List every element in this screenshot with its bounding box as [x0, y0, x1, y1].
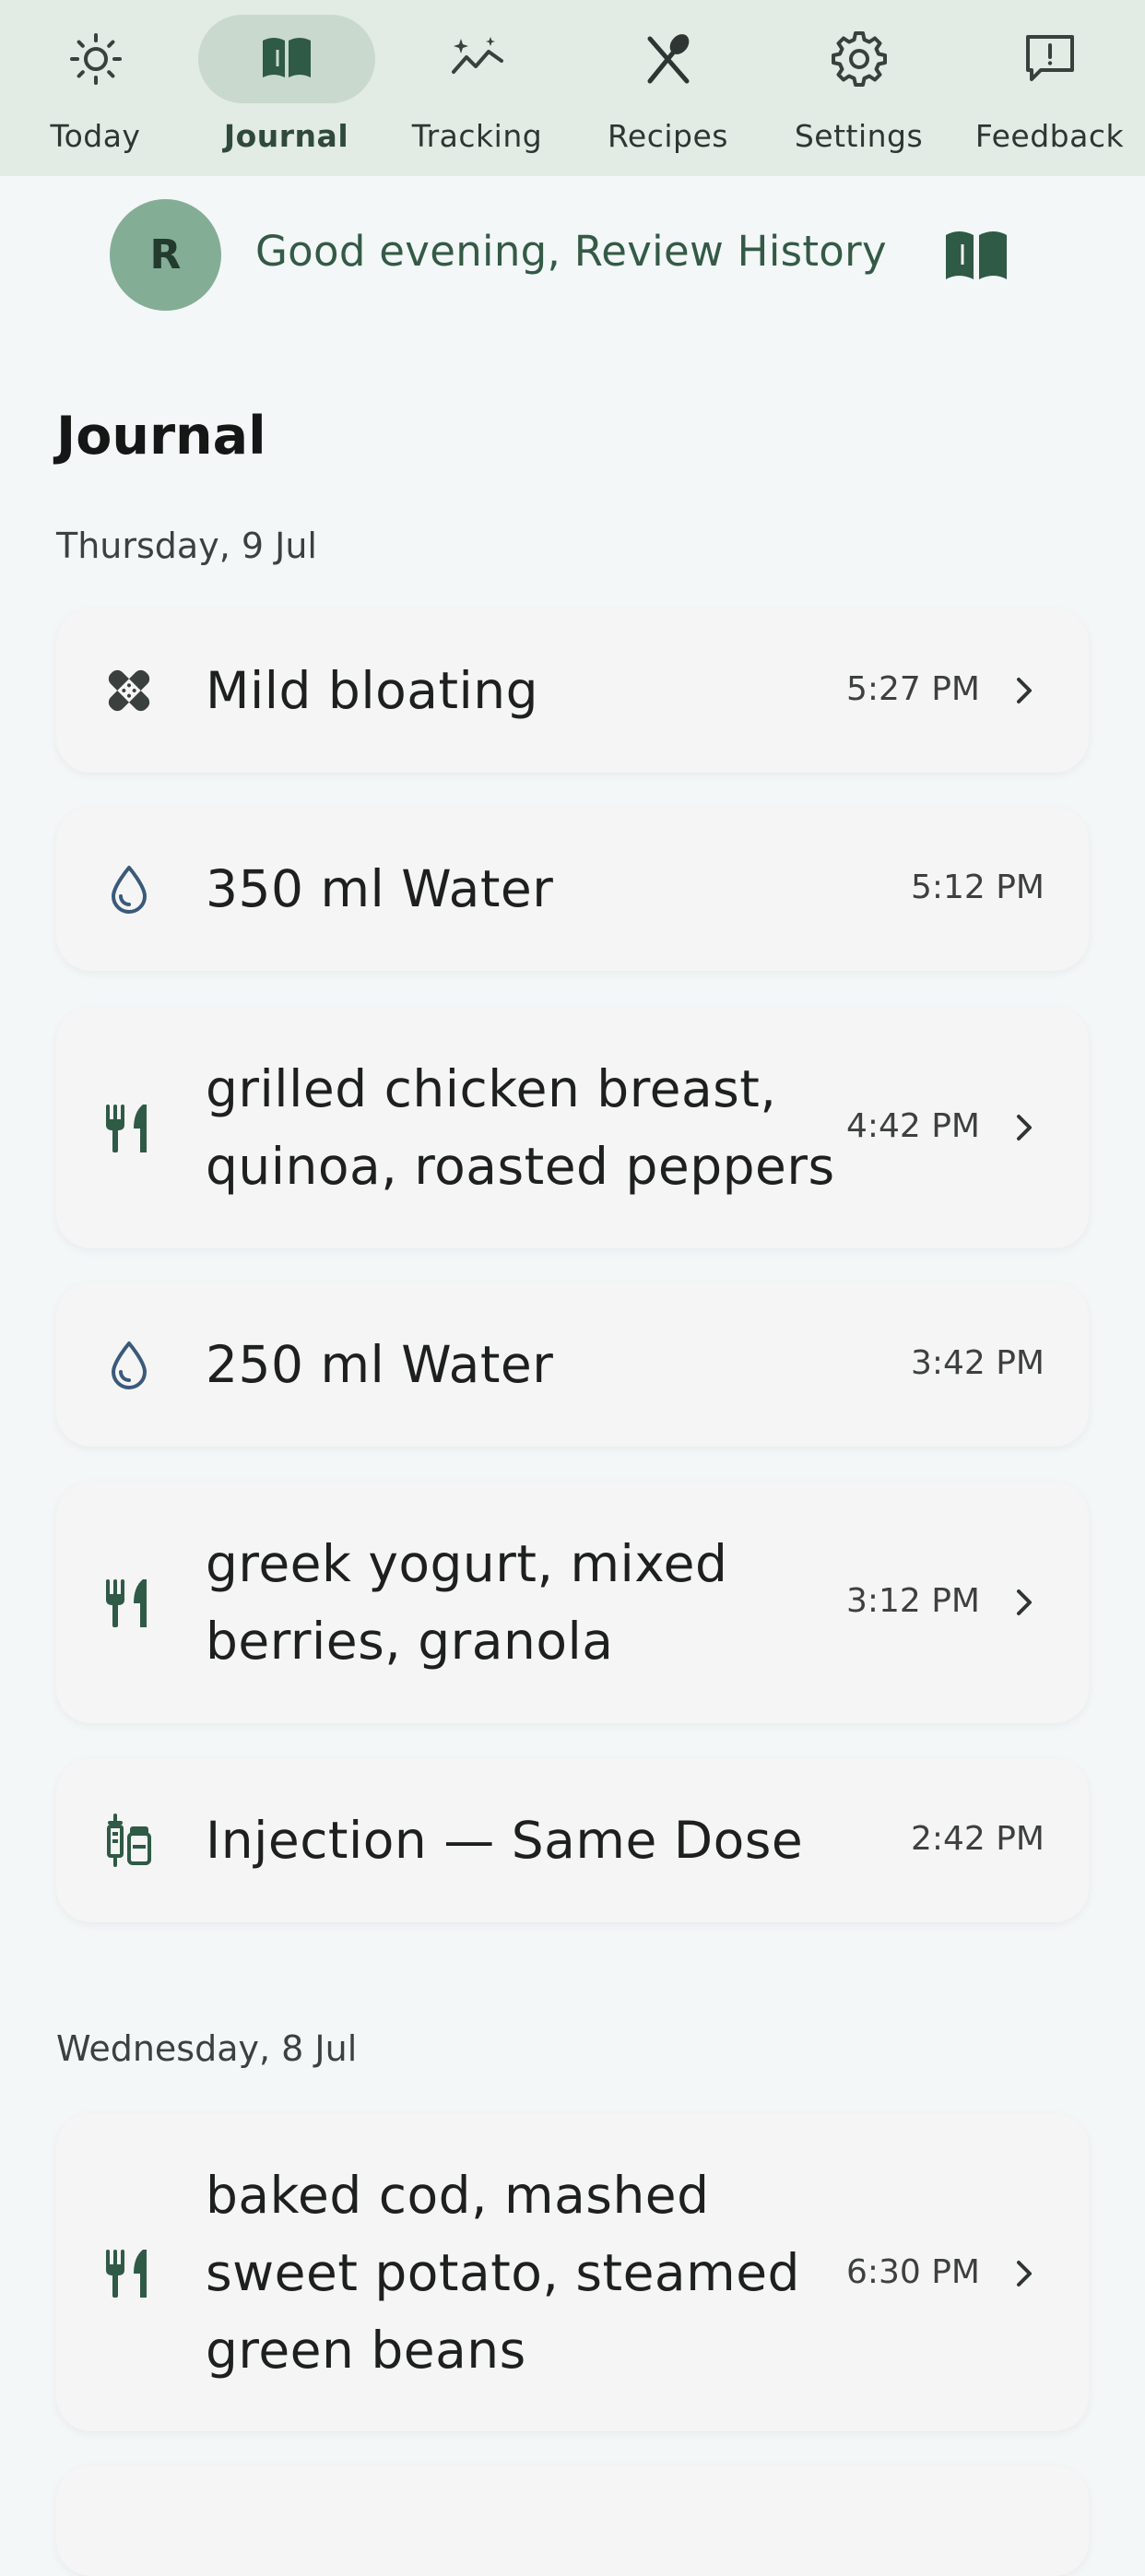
trend-sparkle-icon — [451, 37, 503, 74]
entry-time: 3:12 PM — [845, 1582, 980, 1620]
book-open-icon — [262, 38, 311, 77]
chevron-right-icon — [1017, 1115, 1032, 1140]
entry-title: baked cod, mashed sweet potato, steamed … — [206, 2166, 800, 2380]
nav-tab-today[interactable]: Today — [0, 0, 191, 176]
nav-label-settings: Settings — [794, 118, 924, 154]
top-navigation: Today Journal Tracking Recipes Settings … — [0, 0, 1145, 176]
nav-tab-feedback[interactable]: Feedback — [954, 0, 1145, 176]
utensils-icon — [102, 1576, 156, 1629]
syringe-vial-icon — [102, 1814, 156, 1867]
nav-tab-journal[interactable]: Journal — [191, 0, 382, 176]
water-drop-icon — [102, 862, 156, 916]
entry-time: 5:12 PM — [910, 869, 1045, 906]
journal-entry-meal[interactable]: greek yogurt, mixed berries, granola 3:1… — [56, 1482, 1089, 1723]
entry-time: 2:42 PM — [910, 1820, 1045, 1858]
nav-label-journal: Journal — [223, 118, 349, 154]
journal-entry-symptom[interactable]: Mild bloating 5:27 PM — [56, 609, 1089, 773]
nav-label-feedback: Feedback — [974, 118, 1125, 154]
nav-label-recipes: Recipes — [607, 118, 728, 154]
entry-title: 250 ml Water — [206, 1335, 554, 1394]
greeting-text: Good evening, Review History — [255, 227, 887, 276]
feedback-icon — [1025, 35, 1074, 81]
nav-icon-container — [771, 15, 948, 103]
entry-time: 3:42 PM — [910, 1344, 1045, 1382]
journal-entry-injection[interactable]: Injection — Same Dose 2:42 PM — [56, 1758, 1089, 1922]
chevron-right-icon — [1017, 2261, 1032, 2286]
journal-entry-meal[interactable]: grilled chicken breast, quinoa, roasted … — [56, 1007, 1089, 1248]
nav-label-tracking: Tracking — [411, 118, 543, 154]
entry-time: 6:30 PM — [845, 2253, 980, 2291]
nav-icon-container — [580, 15, 757, 103]
journal-entry-meal[interactable]: baked cod, mashed sweet potato, steamed … — [56, 2113, 1089, 2431]
chevron-right-icon — [1017, 1589, 1032, 1615]
nav-icon-container — [389, 15, 566, 103]
entry-title: grilled chicken breast, quinoa, roasted … — [206, 1059, 835, 1196]
day-heading: Thursday, 9 Jul — [56, 526, 317, 566]
entry-title: greek yogurt, mixed berries, granola — [206, 1534, 728, 1671]
nav-tab-recipes[interactable]: Recipes — [572, 0, 763, 176]
journal-entry-partial[interactable] — [56, 2465, 1089, 2576]
fork-spoon-icon — [647, 34, 689, 84]
bandage-icon — [102, 664, 156, 717]
journal-entry-water[interactable]: 350 ml Water 5:12 PM — [56, 807, 1089, 971]
nav-icon-container — [7, 15, 184, 103]
nav-icon-container — [962, 15, 1139, 103]
entry-title: Injection — Same Dose — [206, 1811, 804, 1870]
entry-time: 5:27 PM — [845, 670, 980, 708]
chevron-right-icon — [1017, 678, 1032, 703]
entry-title: 350 ml Water — [206, 859, 554, 918]
entry-title: Mild bloating — [206, 661, 539, 720]
nav-tab-tracking[interactable]: Tracking — [382, 0, 572, 176]
journal-entry-water[interactable]: 250 ml Water 3:42 PM — [56, 1282, 1089, 1447]
avatar[interactable]: R — [110, 199, 221, 311]
utensils-icon — [102, 2246, 156, 2299]
book-open-icon[interactable] — [942, 226, 1010, 285]
nav-tab-settings[interactable]: Settings — [763, 0, 954, 176]
page-title: Journal — [56, 406, 266, 467]
utensils-icon — [102, 1101, 156, 1154]
entry-time: 4:42 PM — [845, 1107, 980, 1145]
nav-label-today: Today — [50, 118, 141, 154]
nav-active-pill — [197, 15, 375, 103]
day-heading: Wednesday, 8 Jul — [56, 2028, 358, 2069]
water-drop-icon — [102, 1338, 156, 1391]
sun-icon — [69, 33, 122, 85]
greeting-header: R Good evening, Review History — [0, 176, 1145, 335]
gear-icon — [831, 31, 887, 87]
